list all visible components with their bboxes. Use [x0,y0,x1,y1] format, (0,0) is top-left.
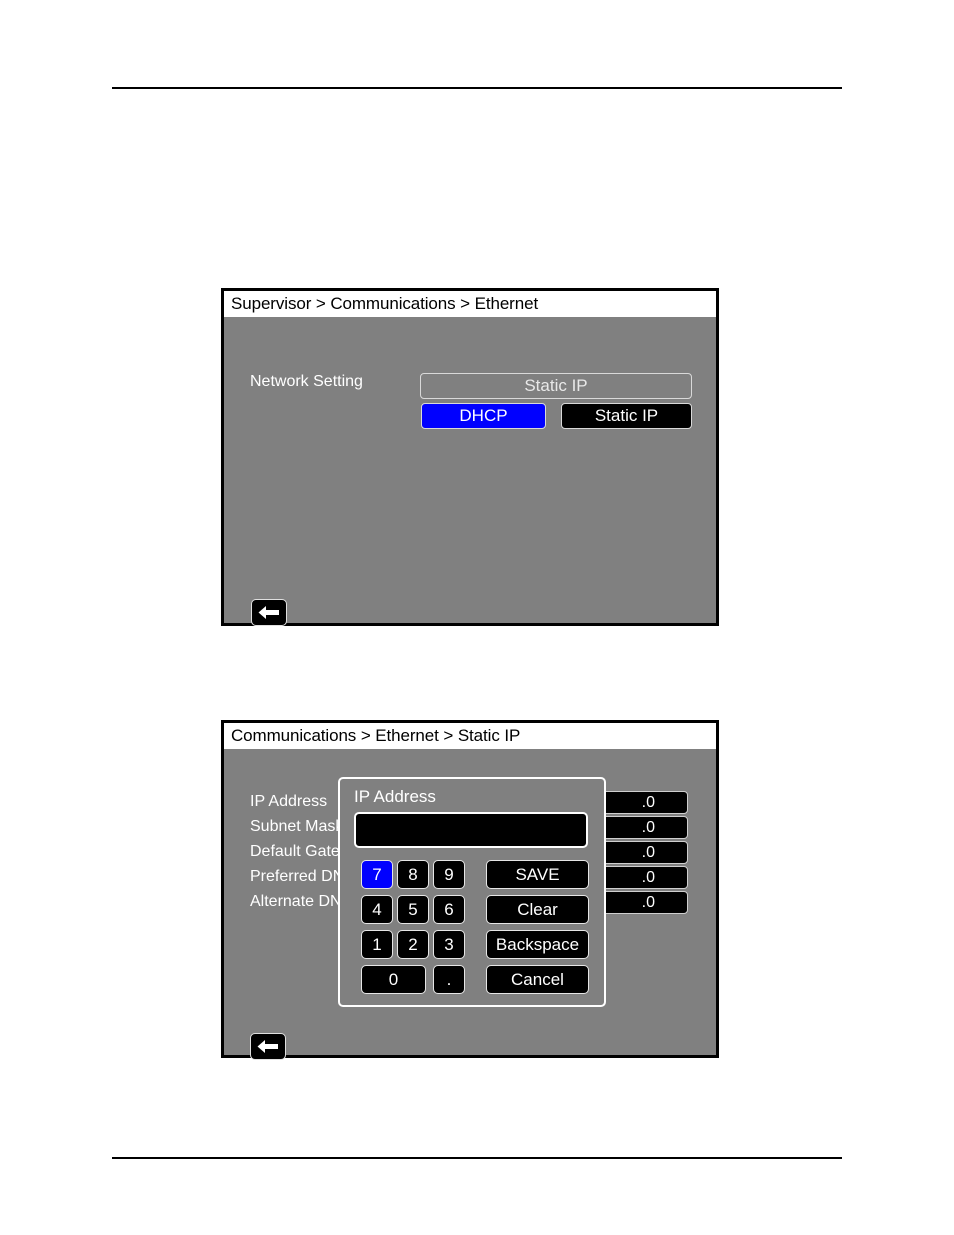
label-alternate-dns: Alternate DNS [250,893,353,910]
keypad-key-2[interactable]: 2 [397,930,429,959]
panel-body-static-ip: IP Address .0 Subnet Mask .0 Default Gat… [224,749,716,1060]
keypad-key-dot[interactable]: . [433,965,465,994]
display-network-setting-value: Static IP [420,373,692,399]
keypad-backspace-button[interactable]: Backspace [486,930,589,959]
keypad-key-6[interactable]: 6 [433,895,465,924]
device-screen-static-ip: Communications > Ethernet > Static IP IP… [221,720,719,1060]
keypad-save-button[interactable]: SAVE [486,860,589,889]
back-button[interactable] [250,1033,286,1060]
label-subnet-mask: Subnet Mask [250,818,344,835]
keypad-key-8[interactable]: 8 [397,860,429,889]
option-button-static-ip[interactable]: Static IP [561,403,692,429]
keypad-key-3[interactable]: 3 [433,930,465,959]
keypad-key-5[interactable]: 5 [397,895,429,924]
page-rule-top [112,87,842,89]
device-screen-ethernet: Supervisor > Communications > Ethernet N… [221,288,719,626]
panel-body-ethernet: Network Setting Static IP DHCP Static IP [224,317,716,626]
breadcrumb-static-ip: Communications > Ethernet > Static IP [224,723,716,749]
keypad-clear-button[interactable]: Clear [486,895,589,924]
keypad-key-9[interactable]: 9 [433,860,465,889]
keypad-input-field[interactable] [354,812,588,848]
breadcrumb-ethernet: Supervisor > Communications > Ethernet [224,291,716,317]
label-ip-address: IP Address [250,793,328,810]
keypad-key-7[interactable]: 7 [361,860,393,889]
back-arrow-icon [257,605,281,620]
back-button[interactable] [251,599,287,626]
keypad-key-1[interactable]: 1 [361,930,393,959]
keypad-dialog-title: IP Address [354,787,436,806]
keypad-key-4[interactable]: 4 [361,895,393,924]
label-network-setting: Network Setting [250,373,363,390]
keypad-key-0[interactable]: 0 [361,965,426,994]
back-arrow-icon [256,1039,280,1054]
keypad-dialog: IP Address 7 8 9 4 5 6 1 2 3 0 . SAVE Cl… [338,777,606,1007]
keypad-cancel-button[interactable]: Cancel [486,965,589,994]
page-rule-bottom [112,1157,842,1159]
option-button-dhcp[interactable]: DHCP [421,403,546,429]
